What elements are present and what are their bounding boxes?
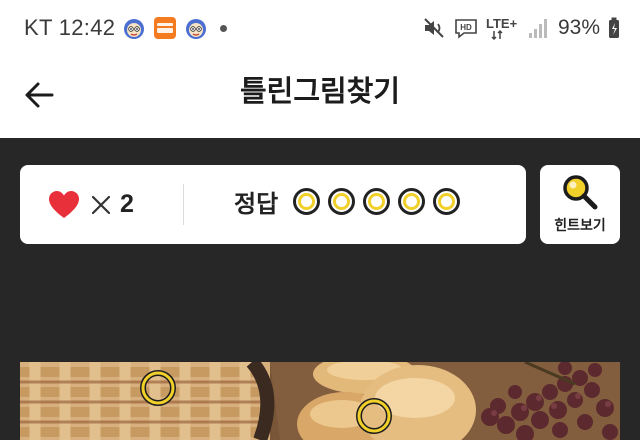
vibrate-mute-icon [424, 18, 444, 38]
svg-text:HD: HD [460, 23, 472, 32]
battery-percent: 93% [557, 16, 600, 39]
puzzle-image[interactable] [20, 362, 620, 440]
hint-button[interactable]: 힌트보기 [540, 165, 620, 244]
found-marker [140, 370, 176, 406]
status-right: HD LTE+ 93% [422, 14, 620, 42]
answer-label: 정답 [234, 191, 279, 218]
answer-slot [328, 188, 355, 215]
status-bar: KT 12:42 HD LTE+ 93% [0, 0, 640, 56]
lives-count: 2 [120, 190, 134, 218]
multiply-icon [91, 195, 111, 214]
heart-icon [49, 190, 79, 218]
more-notifications-dot [220, 24, 228, 32]
monkey-app-icon [186, 19, 207, 39]
lives-counter: 2 [48, 165, 134, 244]
lte-plus-icon: LTE+ [486, 16, 518, 41]
carrier-time: KT 12:42 [24, 15, 116, 40]
found-marker [356, 398, 392, 434]
temu-app-icon [154, 17, 177, 39]
answer-slot [363, 188, 390, 215]
magnifier-icon [563, 175, 598, 210]
score-card: 2 정답 [20, 165, 526, 244]
svg-text:LTE+: LTE+ [486, 16, 518, 31]
answer-slot [398, 188, 425, 215]
answer-slot [293, 188, 320, 215]
hint-label: 힌트보기 [554, 217, 606, 233]
battery-icon [609, 17, 619, 38]
app-bar: 틀린그림찾기 [0, 56, 640, 138]
answer-slots [293, 188, 460, 215]
back-arrow-icon[interactable] [18, 73, 62, 117]
signal-icon [528, 19, 547, 38]
divider [183, 184, 184, 225]
answer-slot [433, 188, 460, 215]
puzzle-picture [20, 362, 620, 440]
monkey-app-icon [124, 19, 145, 39]
hd-call-icon: HD [455, 19, 477, 39]
status-left: KT 12:42 [24, 14, 228, 42]
page-title: 틀린그림찾기 [239, 76, 401, 108]
game-area: 2 정답 힌트보기 [0, 138, 640, 440]
